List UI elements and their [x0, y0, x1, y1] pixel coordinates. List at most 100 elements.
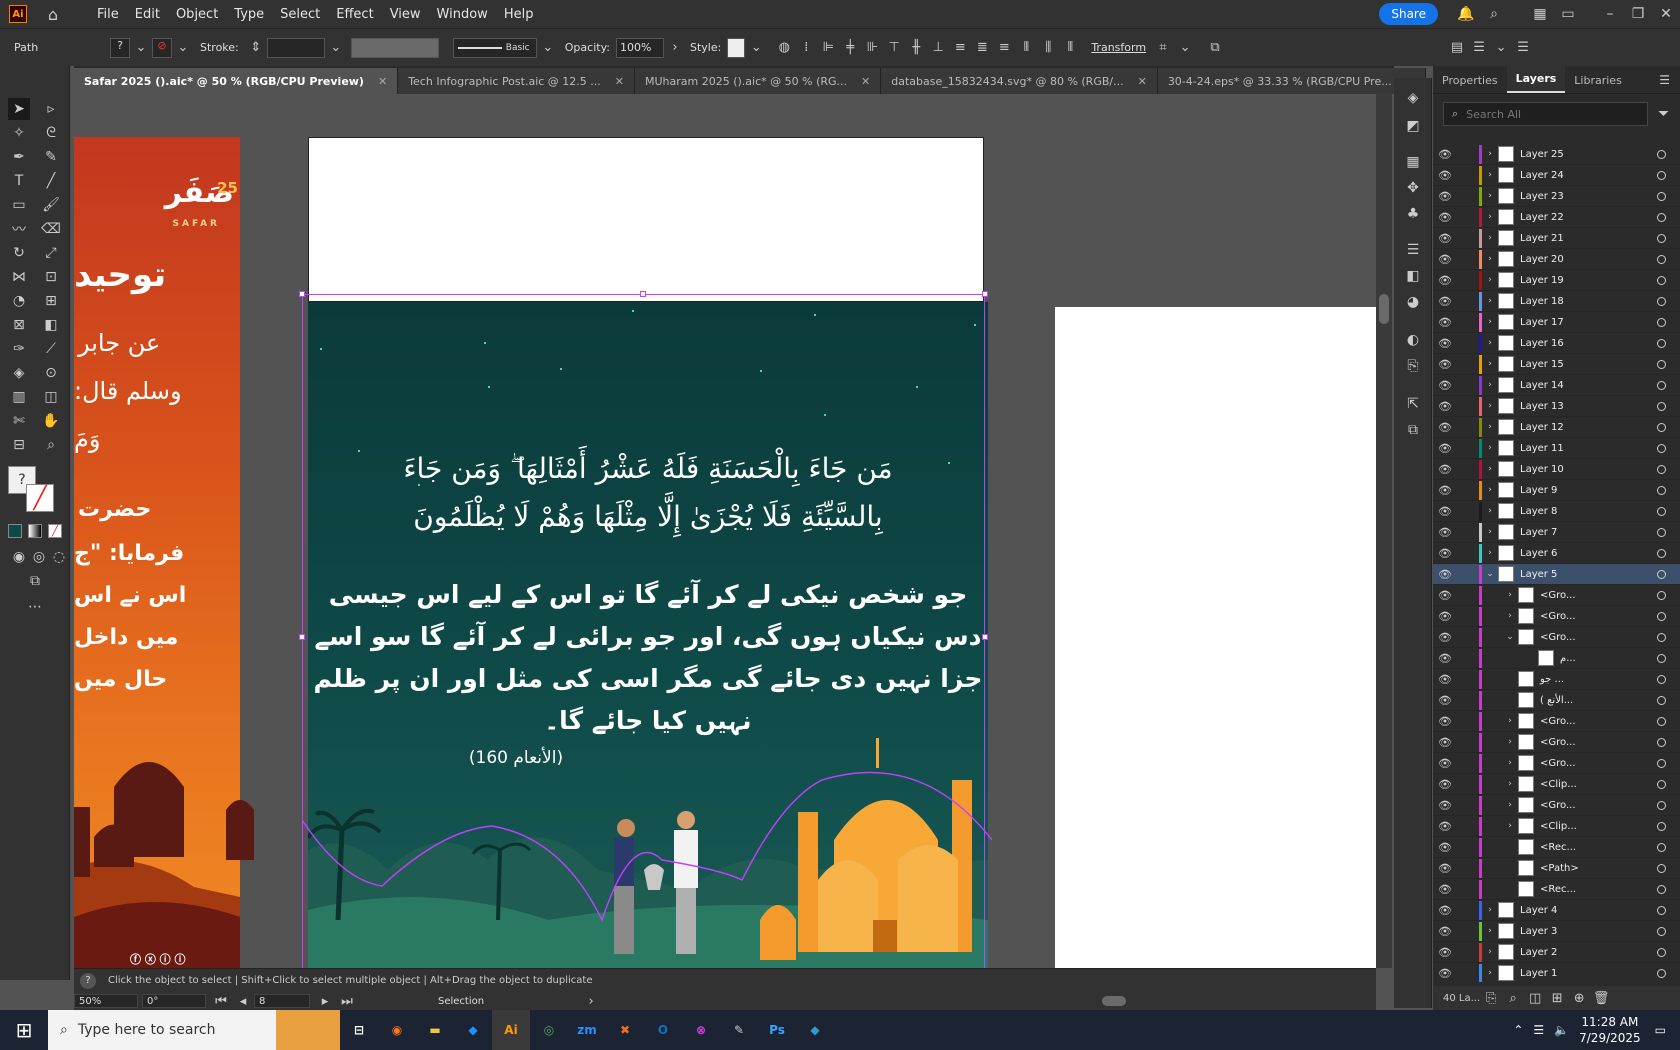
layer-row[interactable]: 👁 ⌄ <Gro... [1433, 627, 1680, 648]
chevron-down-icon[interactable]: ⌄ [745, 40, 767, 55]
hand-tool-icon[interactable]: ✋ [40, 410, 62, 432]
target-circle-icon[interactable] [1657, 401, 1666, 411]
chevron-right-icon[interactable]: › [664, 40, 686, 55]
canvas-vertical-scrollbar[interactable] [1376, 94, 1392, 968]
chevron-right-icon[interactable]: › [1482, 254, 1498, 264]
layer-row[interactable]: 👁 › Layer 11 [1433, 438, 1680, 459]
target-circle-icon[interactable] [1657, 842, 1666, 852]
taskbar-search[interactable]: ⌕ Type here to search [48, 1010, 276, 1050]
align-left-icon[interactable]: ⊫ [817, 40, 839, 55]
layer-name[interactable]: Layer 9 [1520, 485, 1657, 496]
layer-row[interactable]: 👁 › Layer 24 [1433, 165, 1680, 186]
chevron-right-icon[interactable]: › [1482, 149, 1498, 159]
layer-row[interactable]: 👁 › <Gro... [1433, 795, 1680, 816]
layer-row[interactable]: 👁 <Rec... [1433, 837, 1680, 858]
visibility-eye-icon[interactable]: 👁 [1433, 547, 1457, 560]
layer-name[interactable]: <Rec... [1540, 842, 1657, 853]
zoom-app-icon[interactable]: zm [568, 1010, 606, 1050]
scale-tool-icon[interactable]: ⤢ [40, 242, 62, 264]
target-circle-icon[interactable] [1657, 926, 1666, 936]
transform-handle[interactable] [299, 634, 305, 640]
menu-file[interactable]: File [89, 7, 127, 22]
home-icon[interactable]: ⌂ [43, 5, 63, 24]
layer-row[interactable]: 👁 › Layer 16 [1433, 333, 1680, 354]
distribute-bottom-icon[interactable]: ≡ [993, 40, 1015, 55]
layer-name[interactable]: Layer 15 [1520, 359, 1657, 370]
variable-width-profile[interactable] [350, 37, 439, 58]
eyedropper-icon[interactable]: ✑ [8, 338, 30, 360]
visibility-eye-icon[interactable]: 👁 [1433, 568, 1457, 581]
close-icon[interactable]: ✕ [615, 75, 624, 88]
visibility-eye-icon[interactable]: 👁 [1433, 211, 1457, 224]
rectangle-tool-icon[interactable]: ▭ [8, 194, 30, 216]
visibility-eye-icon[interactable]: 👁 [1433, 358, 1457, 371]
layer-row[interactable]: 👁 › Layer 1 [1433, 963, 1680, 982]
chevron-down-icon[interactable]: ⌄ [172, 40, 194, 55]
layer-name[interactable]: <Clip... [1540, 779, 1657, 790]
visibility-eye-icon[interactable]: 👁 [1433, 505, 1457, 518]
menu-select[interactable]: Select [272, 7, 328, 22]
target-circle-icon[interactable] [1657, 695, 1666, 705]
layer-name[interactable]: <Gro... [1540, 611, 1657, 622]
layer-row[interactable]: 👁 › <Clip... [1433, 816, 1680, 837]
visibility-eye-icon[interactable]: 👁 [1433, 925, 1457, 938]
chevron-right-icon[interactable]: › [1502, 611, 1518, 621]
layer-row[interactable]: 👁 › <Gro... [1433, 753, 1680, 774]
menu-effect[interactable]: Effect [328, 7, 381, 22]
target-circle-icon[interactable] [1657, 275, 1666, 285]
visibility-eye-icon[interactable]: 👁 [1433, 841, 1457, 854]
appearance-icon[interactable]: ◈ [1403, 90, 1423, 110]
visibility-eye-icon[interactable]: 👁 [1433, 253, 1457, 266]
layer-name[interactable]: Layer 20 [1520, 254, 1657, 265]
app-icon[interactable]: ◆ [796, 1010, 834, 1050]
visibility-eye-icon[interactable]: 👁 [1433, 526, 1457, 539]
rotation-field[interactable]: 0° [142, 994, 206, 1008]
asset-export-icon[interactable]: ⎘ [1403, 358, 1423, 378]
layer-name[interactable]: <Gro... [1540, 590, 1657, 601]
chevron-right-icon[interactable]: › [1482, 275, 1498, 285]
recolor-icon[interactable]: ◍ [773, 40, 795, 55]
visibility-eye-icon[interactable]: 👁 [1433, 190, 1457, 203]
chevron-right-icon[interactable]: › [1482, 905, 1498, 915]
tray-chevron-icon[interactable]: ⌃ [1513, 1023, 1523, 1037]
selection-tool-icon[interactable]: ➤ [8, 98, 30, 120]
target-circle-icon[interactable] [1657, 674, 1666, 684]
graphic-style-swatch[interactable] [727, 37, 746, 58]
visibility-eye-icon[interactable]: 👁 [1433, 169, 1457, 182]
visibility-eye-icon[interactable]: 👁 [1433, 736, 1457, 749]
measure-icon[interactable]: ⟋ [40, 338, 62, 360]
target-circle-icon[interactable] [1657, 821, 1666, 831]
close-icon[interactable]: ✕ [378, 75, 387, 88]
target-circle-icon[interactable] [1657, 716, 1666, 726]
target-circle-icon[interactable] [1657, 884, 1666, 894]
illustrator-icon[interactable]: Ai [492, 1010, 530, 1050]
close-icon[interactable]: ✕ [861, 75, 870, 88]
artboard-number-field[interactable]: 8 [254, 994, 310, 1008]
visibility-eye-icon[interactable]: 👁 [1433, 232, 1457, 245]
visibility-eye-icon[interactable]: 👁 [1433, 799, 1457, 812]
chevron-right-icon[interactable]: › [1502, 800, 1518, 810]
white-artboard-right[interactable] [1055, 307, 1376, 968]
chevron-right-icon[interactable]: › [1482, 485, 1498, 495]
shape-builder-icon[interactable]: ◔ [8, 290, 30, 312]
slice-tool-icon[interactable]: ✄ [8, 410, 30, 432]
target-circle-icon[interactable] [1657, 254, 1666, 264]
chevron-right-icon[interactable]: › [1502, 779, 1518, 789]
visibility-eye-icon[interactable]: 👁 [1433, 652, 1457, 665]
visibility-eye-icon[interactable]: 👁 [1433, 757, 1457, 770]
visibility-eye-icon[interactable]: 👁 [1433, 337, 1457, 350]
print-tiling-icon[interactable]: ⊟ [8, 434, 30, 456]
transparency-icon[interactable]: ◕ [1403, 294, 1423, 314]
visibility-eye-icon[interactable]: 👁 [1433, 442, 1457, 455]
layer-name[interactable]: <Clip... [1540, 821, 1657, 832]
target-circle-icon[interactable] [1657, 653, 1666, 663]
layer-row[interactable]: 👁 › Layer 25 [1433, 144, 1680, 165]
layer-row[interactable]: 👁 م... [1433, 648, 1680, 669]
draw-normal-icon[interactable]: ◉ [8, 546, 30, 568]
target-circle-icon[interactable] [1657, 779, 1666, 789]
target-circle-icon[interactable] [1657, 359, 1666, 369]
visibility-eye-icon[interactable]: 👁 [1433, 589, 1457, 602]
type-tool-icon[interactable]: T [8, 170, 30, 192]
left-artboard-safar[interactable]: صَفَر 25 SAFAR توحید عن جابر وسلم قال: و… [74, 137, 240, 970]
chevron-down-icon[interactable]: ⌄ [537, 40, 559, 55]
